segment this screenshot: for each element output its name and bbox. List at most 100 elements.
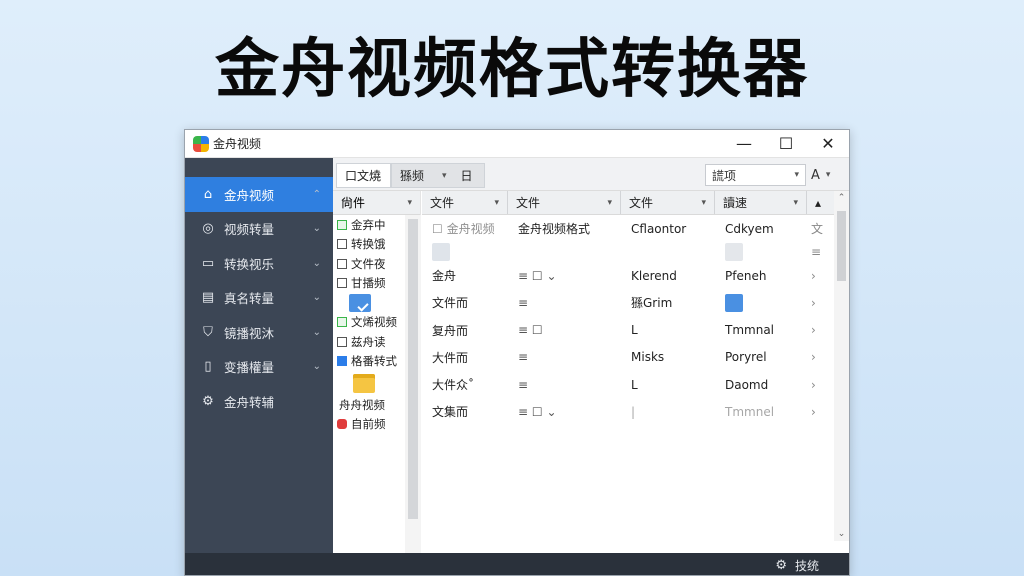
checkbox[interactable]: [337, 317, 347, 328]
minimize-button[interactable]: —: [723, 130, 765, 158]
sidebar-item-home[interactable]: ⌂ 金舟视频 ⌃: [185, 177, 333, 212]
cell: 大件众˚: [432, 378, 475, 393]
chevron-right-icon[interactable]: ›: [807, 296, 833, 310]
chevron-down-icon: ▾: [494, 197, 499, 208]
chevron-down-icon: ▾: [607, 197, 612, 208]
maximize-button[interactable]: ☐: [765, 130, 807, 158]
cell: Tmmnal: [725, 323, 775, 338]
options-select-value: 謊项: [712, 168, 737, 183]
sidebar-item-name[interactable]: ▤ 真名转量 ⌄: [185, 281, 333, 316]
chevron-right-icon[interactable]: ›: [807, 323, 833, 337]
cell: Cdkyem: [725, 221, 774, 236]
cell: Daomd: [725, 377, 769, 392]
cell: [715, 293, 807, 312]
table-row[interactable]: ≡: [422, 242, 849, 262]
column-header[interactable]: 文件 ▾: [508, 191, 621, 214]
table-row[interactable]: 大件众˚ ≡ L Daomd ›: [422, 371, 849, 398]
cell: Klerend: [631, 268, 677, 283]
list-header: 文件 ▾ 文件 ▾ 文件 ▾ 讀速 ▾ ▴: [422, 191, 849, 215]
scrollbar-thumb[interactable]: [837, 211, 846, 281]
folder-tree: 尙件 ▾ 金弃中 转换饿 文件夜 甘播频 文烯视频 兹舟读 格番转式 舟舟视频 …: [333, 191, 421, 561]
title-bar: 金舟视频 — ☐ ✕: [185, 130, 849, 158]
chevron-right-icon[interactable]: ›: [807, 269, 833, 283]
column-header[interactable]: 文件 ▾: [621, 191, 715, 214]
table-row[interactable]: 文集而 ≡ ☐ ⌄ | Tmmnel ›: [422, 398, 849, 425]
chevron-down-icon: ⌄: [312, 223, 321, 235]
checkbox[interactable]: [337, 219, 347, 230]
checkbox[interactable]: [337, 419, 347, 430]
cell: [422, 243, 508, 262]
sidebar-item-shield[interactable]: ⛉ 镜播视沐 ⌄: [185, 315, 333, 350]
eye-icon: ◎: [202, 221, 214, 237]
sidebar-item-label: 视频转量: [224, 222, 275, 238]
tree-scrollbar[interactable]: ⌄: [405, 215, 421, 561]
chevron-down-icon: ⌄: [312, 326, 321, 338]
checkbox[interactable]: [337, 258, 347, 269]
column-header-label: 讀速: [723, 196, 748, 210]
scrollbar-thumb[interactable]: [408, 219, 418, 519]
cell: ☐ 金舟视频: [432, 222, 495, 237]
cell: ≡: [518, 350, 529, 365]
sidebar-item-convert[interactable]: ▭ 转换视乐 ⌄: [185, 246, 333, 281]
chevron-right-icon[interactable]: ›: [807, 405, 833, 419]
table-row[interactable]: 大件而 ≡ Misks Poryrel ›: [422, 344, 849, 371]
cell: ≡: [518, 295, 529, 310]
options-select[interactable]: 謊项 ▾: [705, 164, 806, 186]
tab-file[interactable]: 口文燒: [336, 163, 391, 188]
sidebar-item-label: 镜播视沐: [224, 325, 275, 341]
chevron-down-icon: ▾: [701, 197, 706, 208]
cell: L: [631, 377, 638, 392]
sidebar-item-tablet[interactable]: ▯ 变播權量 ⌄: [185, 350, 333, 385]
chevron-down-icon[interactable]: ▾: [442, 171, 447, 181]
gear-icon: ⚙: [202, 393, 214, 409]
list-scrollbar[interactable]: ⌃ ⌄: [834, 191, 849, 541]
tab-video[interactable]: 猻频 ▾ 日: [391, 163, 485, 188]
checkbox[interactable]: [337, 239, 347, 250]
cell: 金舟视频格式: [518, 222, 591, 237]
document-icon: ▤: [201, 290, 215, 306]
sidebar-item-label: 金舟视频: [224, 187, 275, 203]
cell: Tmmnel: [725, 404, 775, 419]
checkbox[interactable]: [337, 356, 347, 367]
column-header[interactable]: 讀速 ▾: [715, 191, 807, 214]
table-row[interactable]: 文件而 ≡ 猻Grim ›: [422, 289, 849, 316]
cell: Cflaontor: [631, 221, 687, 236]
chevron-down-icon: ▾: [825, 170, 831, 180]
font-icon: A: [811, 167, 820, 183]
sidebar-item-label: 变播權量: [224, 360, 275, 376]
cell: ≡: [811, 245, 822, 260]
tree-header[interactable]: 尙件 ▾: [333, 191, 420, 215]
chevron-right-icon[interactable]: ›: [807, 350, 833, 364]
gear-icon[interactable]: ⚙: [775, 558, 787, 573]
column-header-sort[interactable]: ▴: [807, 191, 833, 214]
close-button[interactable]: ✕: [807, 130, 849, 158]
cell: 猻Grim: [631, 296, 673, 311]
table-row[interactable]: 复舟而 ≡ ☐ L Tmmnal ›: [422, 317, 849, 344]
chevron-down-icon: ⌄: [312, 257, 321, 269]
checkbox[interactable]: [337, 278, 347, 289]
sidebar-item-label: 金舟转辅: [224, 394, 275, 410]
chevron-right-icon[interactable]: ›: [807, 378, 833, 392]
tree-header-label: 尙件: [341, 196, 366, 210]
tree-item-label: 自前频: [351, 417, 386, 432]
checkbox[interactable]: [337, 336, 347, 347]
table-row[interactable]: ☐ 金舟视频 金舟视频格式 Cflaontor Cdkyem 文: [422, 215, 849, 242]
sidebar-item-video[interactable]: ◎ 视频转量 ⌄: [185, 212, 333, 247]
app-window: 金舟视频 — ☐ ✕ ⌂ 金舟视频 ⌃ ◎ 视频转量 ⌄ ▭ 转换视乐 ⌄ ▤ …: [184, 129, 850, 576]
toolbar: 口文燒 猻频 ▾ 日 謊项 ▾ A ▾: [333, 158, 849, 191]
status-label[interactable]: 技统: [795, 557, 819, 574]
scroll-up-icon[interactable]: ⌃: [834, 193, 849, 203]
calendar-icon[interactable]: 日: [461, 167, 473, 184]
cell: [715, 243, 807, 262]
tree-item-label: 兹舟读: [351, 334, 386, 349]
column-header[interactable]: 文件 ▾: [422, 191, 508, 214]
chevron-down-icon: ⌄: [312, 361, 321, 373]
table-row[interactable]: 金舟 ≡ ☐ ⌄ Klerend Pfeneh ›: [422, 262, 849, 289]
cell: Poryrel: [725, 350, 767, 365]
sidebar-item-settings[interactable]: ⚙ 金舟转辅: [185, 384, 333, 419]
column-header-label: 文件: [430, 196, 455, 210]
scroll-down-icon[interactable]: ⌄: [834, 529, 849, 539]
status-bar: ⚙ 技统: [185, 553, 849, 575]
cell: ≡ ☐ ⌄: [518, 404, 557, 419]
font-button[interactable]: A ▾: [811, 164, 845, 186]
